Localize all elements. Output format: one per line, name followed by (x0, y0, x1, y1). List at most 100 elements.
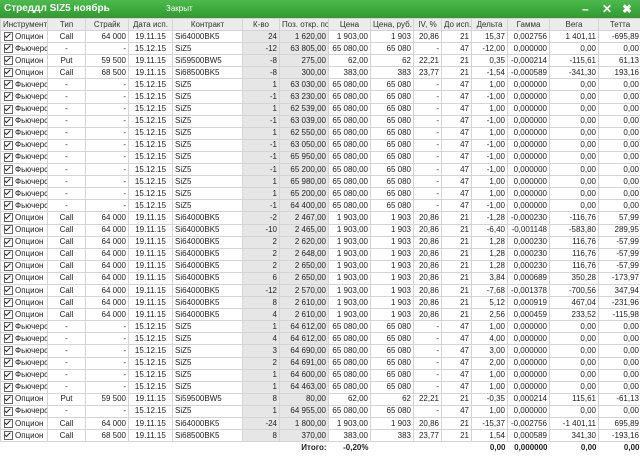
row-checkbox[interactable] (4, 189, 13, 199)
row-checkbox[interactable] (4, 68, 13, 78)
row-checkbox[interactable] (4, 116, 13, 126)
open-price-cell[interactable]: 65 950,00 (279, 150, 329, 165)
row-checkbox[interactable] (4, 152, 13, 162)
qty-cell[interactable]: 1 (242, 320, 280, 334)
header-col-instrument[interactable]: Инструмент (0, 18, 48, 31)
row-checkbox[interactable] (4, 406, 13, 416)
open-price-cell[interactable]: 2 620,00 (279, 235, 329, 249)
open-price-cell[interactable]: 64 612,00 (279, 320, 329, 334)
row-checkbox[interactable] (4, 431, 13, 441)
header-col-contract[interactable]: Контракт (172, 18, 243, 31)
row-checkbox[interactable] (4, 237, 13, 247)
row-checkbox[interactable] (4, 418, 13, 428)
qty-cell[interactable]: -12 (242, 42, 280, 56)
row-checkbox[interactable] (4, 44, 13, 54)
qty-cell[interactable]: 2 (242, 259, 280, 273)
qty-cell[interactable]: 1 (242, 368, 280, 382)
header-col-vega[interactable]: Вега (549, 18, 599, 31)
row-checkbox[interactable] (4, 358, 13, 368)
header-col-delta[interactable]: Дельта (471, 18, 508, 31)
row-checkbox[interactable] (4, 177, 13, 187)
qty-cell[interactable]: 24 (242, 29, 280, 44)
open-price-cell[interactable]: 1 620,00 (279, 29, 329, 44)
open-price-cell[interactable]: 64 463,00 (279, 380, 329, 394)
header-col-gamma[interactable]: Гамма (507, 18, 550, 31)
open-price-cell[interactable]: 65 980,00 (279, 175, 329, 189)
header-col-days-left[interactable]: До исп. (441, 18, 472, 31)
qty-cell[interactable]: 4 (242, 308, 280, 322)
open-price-cell[interactable]: 64 612,00 (279, 332, 329, 346)
qty-cell[interactable]: -8 (242, 54, 280, 68)
open-price-cell[interactable]: 2 610,00 (279, 308, 329, 322)
row-checkbox[interactable] (4, 370, 13, 380)
qty-cell[interactable]: -1 (242, 114, 280, 128)
qty-cell[interactable]: 1 (242, 187, 280, 201)
header-col-iv[interactable]: IV, % (413, 18, 442, 31)
row-checkbox[interactable] (4, 298, 13, 307)
open-price-cell[interactable]: 63 805,00 (279, 42, 329, 56)
qty-cell[interactable]: 1 (242, 404, 280, 419)
qty-cell[interactable]: -2 (242, 211, 280, 225)
row-checkbox[interactable] (4, 382, 13, 392)
qty-cell[interactable]: 2 (242, 247, 280, 261)
row-checkbox[interactable] (4, 310, 13, 320)
open-price-cell[interactable]: 300,00 (279, 66, 329, 80)
qty-cell[interactable]: 1 (242, 78, 280, 92)
qty-cell[interactable]: 1 (242, 102, 280, 116)
open-price-cell[interactable]: 275,00 (279, 54, 329, 68)
row-checkbox[interactable] (4, 128, 13, 138)
qty-cell[interactable]: -1 (242, 199, 280, 213)
open-price-cell[interactable]: 63 050,00 (279, 138, 329, 152)
open-price-cell[interactable]: 62 550,00 (279, 126, 329, 140)
qty-cell[interactable]: 8 (242, 392, 280, 406)
row-checkbox[interactable] (4, 334, 13, 344)
row-checkbox[interactable] (4, 225, 13, 235)
header-col-theta[interactable]: Тетта (598, 18, 640, 31)
row-checkbox[interactable] (4, 201, 13, 211)
open-price-cell[interactable]: 2 467,00 (279, 211, 329, 225)
open-price-cell[interactable]: 2 610,00 (279, 296, 329, 310)
qty-cell[interactable]: 4 (242, 332, 280, 346)
qty-cell[interactable]: 1 (242, 175, 280, 189)
qty-cell[interactable]: 8 (242, 429, 280, 443)
row-checkbox[interactable] (4, 104, 13, 114)
header-col-price[interactable]: Цена (328, 18, 371, 31)
open-price-cell[interactable]: 1 800,00 (279, 416, 329, 431)
qty-cell[interactable]: 6 (242, 271, 280, 285)
row-checkbox[interactable] (4, 394, 13, 404)
header-col-price-rub[interactable]: Цена, руб. (370, 18, 414, 31)
open-price-cell[interactable]: 63 030,00 (279, 78, 329, 92)
header-col-open-price[interactable]: Поз. откр. по (279, 18, 329, 31)
row-checkbox[interactable] (4, 249, 13, 259)
qty-cell[interactable]: -1 (242, 150, 280, 165)
qty-cell[interactable]: 2 (242, 356, 280, 370)
open-price-cell[interactable]: 64 690,00 (279, 344, 329, 358)
minimize-icon[interactable]: – (582, 1, 589, 17)
open-price-cell[interactable]: 80,00 (279, 392, 329, 406)
close-icon[interactable]: ✕ (602, 1, 612, 17)
qty-cell[interactable]: -1 (242, 138, 280, 152)
qty-cell[interactable]: -10 (242, 223, 280, 237)
qty-cell[interactable]: 1 (242, 126, 280, 140)
open-price-cell[interactable]: 64 600,00 (279, 368, 329, 382)
open-price-cell[interactable]: 2 650,00 (279, 259, 329, 273)
open-price-cell[interactable]: 63 039,00 (279, 114, 329, 128)
qty-cell[interactable]: -24 (242, 416, 280, 431)
open-price-cell[interactable]: 370,00 (279, 429, 329, 443)
row-checkbox[interactable] (4, 31, 13, 41)
open-price-cell[interactable]: 2 465,00 (279, 223, 329, 237)
qty-cell[interactable]: -12 (242, 283, 280, 298)
qty-cell[interactable]: -1 (242, 163, 280, 177)
open-price-cell[interactable]: 2 570,00 (279, 283, 329, 298)
qty-cell[interactable]: 1 (242, 380, 280, 394)
open-price-cell[interactable]: 64 691,00 (279, 356, 329, 370)
header-col-strike[interactable]: Страйк (85, 18, 129, 31)
row-checkbox[interactable] (4, 80, 13, 90)
row-checkbox[interactable] (4, 261, 13, 271)
row-checkbox[interactable] (4, 285, 13, 295)
open-price-cell[interactable]: 2 648,00 (279, 247, 329, 261)
open-price-cell[interactable]: 63 230,00 (279, 90, 329, 104)
open-price-cell[interactable]: 64 955,00 (279, 404, 329, 419)
header-col-qty[interactable]: К-во (242, 18, 280, 31)
qty-cell[interactable]: 8 (242, 296, 280, 310)
